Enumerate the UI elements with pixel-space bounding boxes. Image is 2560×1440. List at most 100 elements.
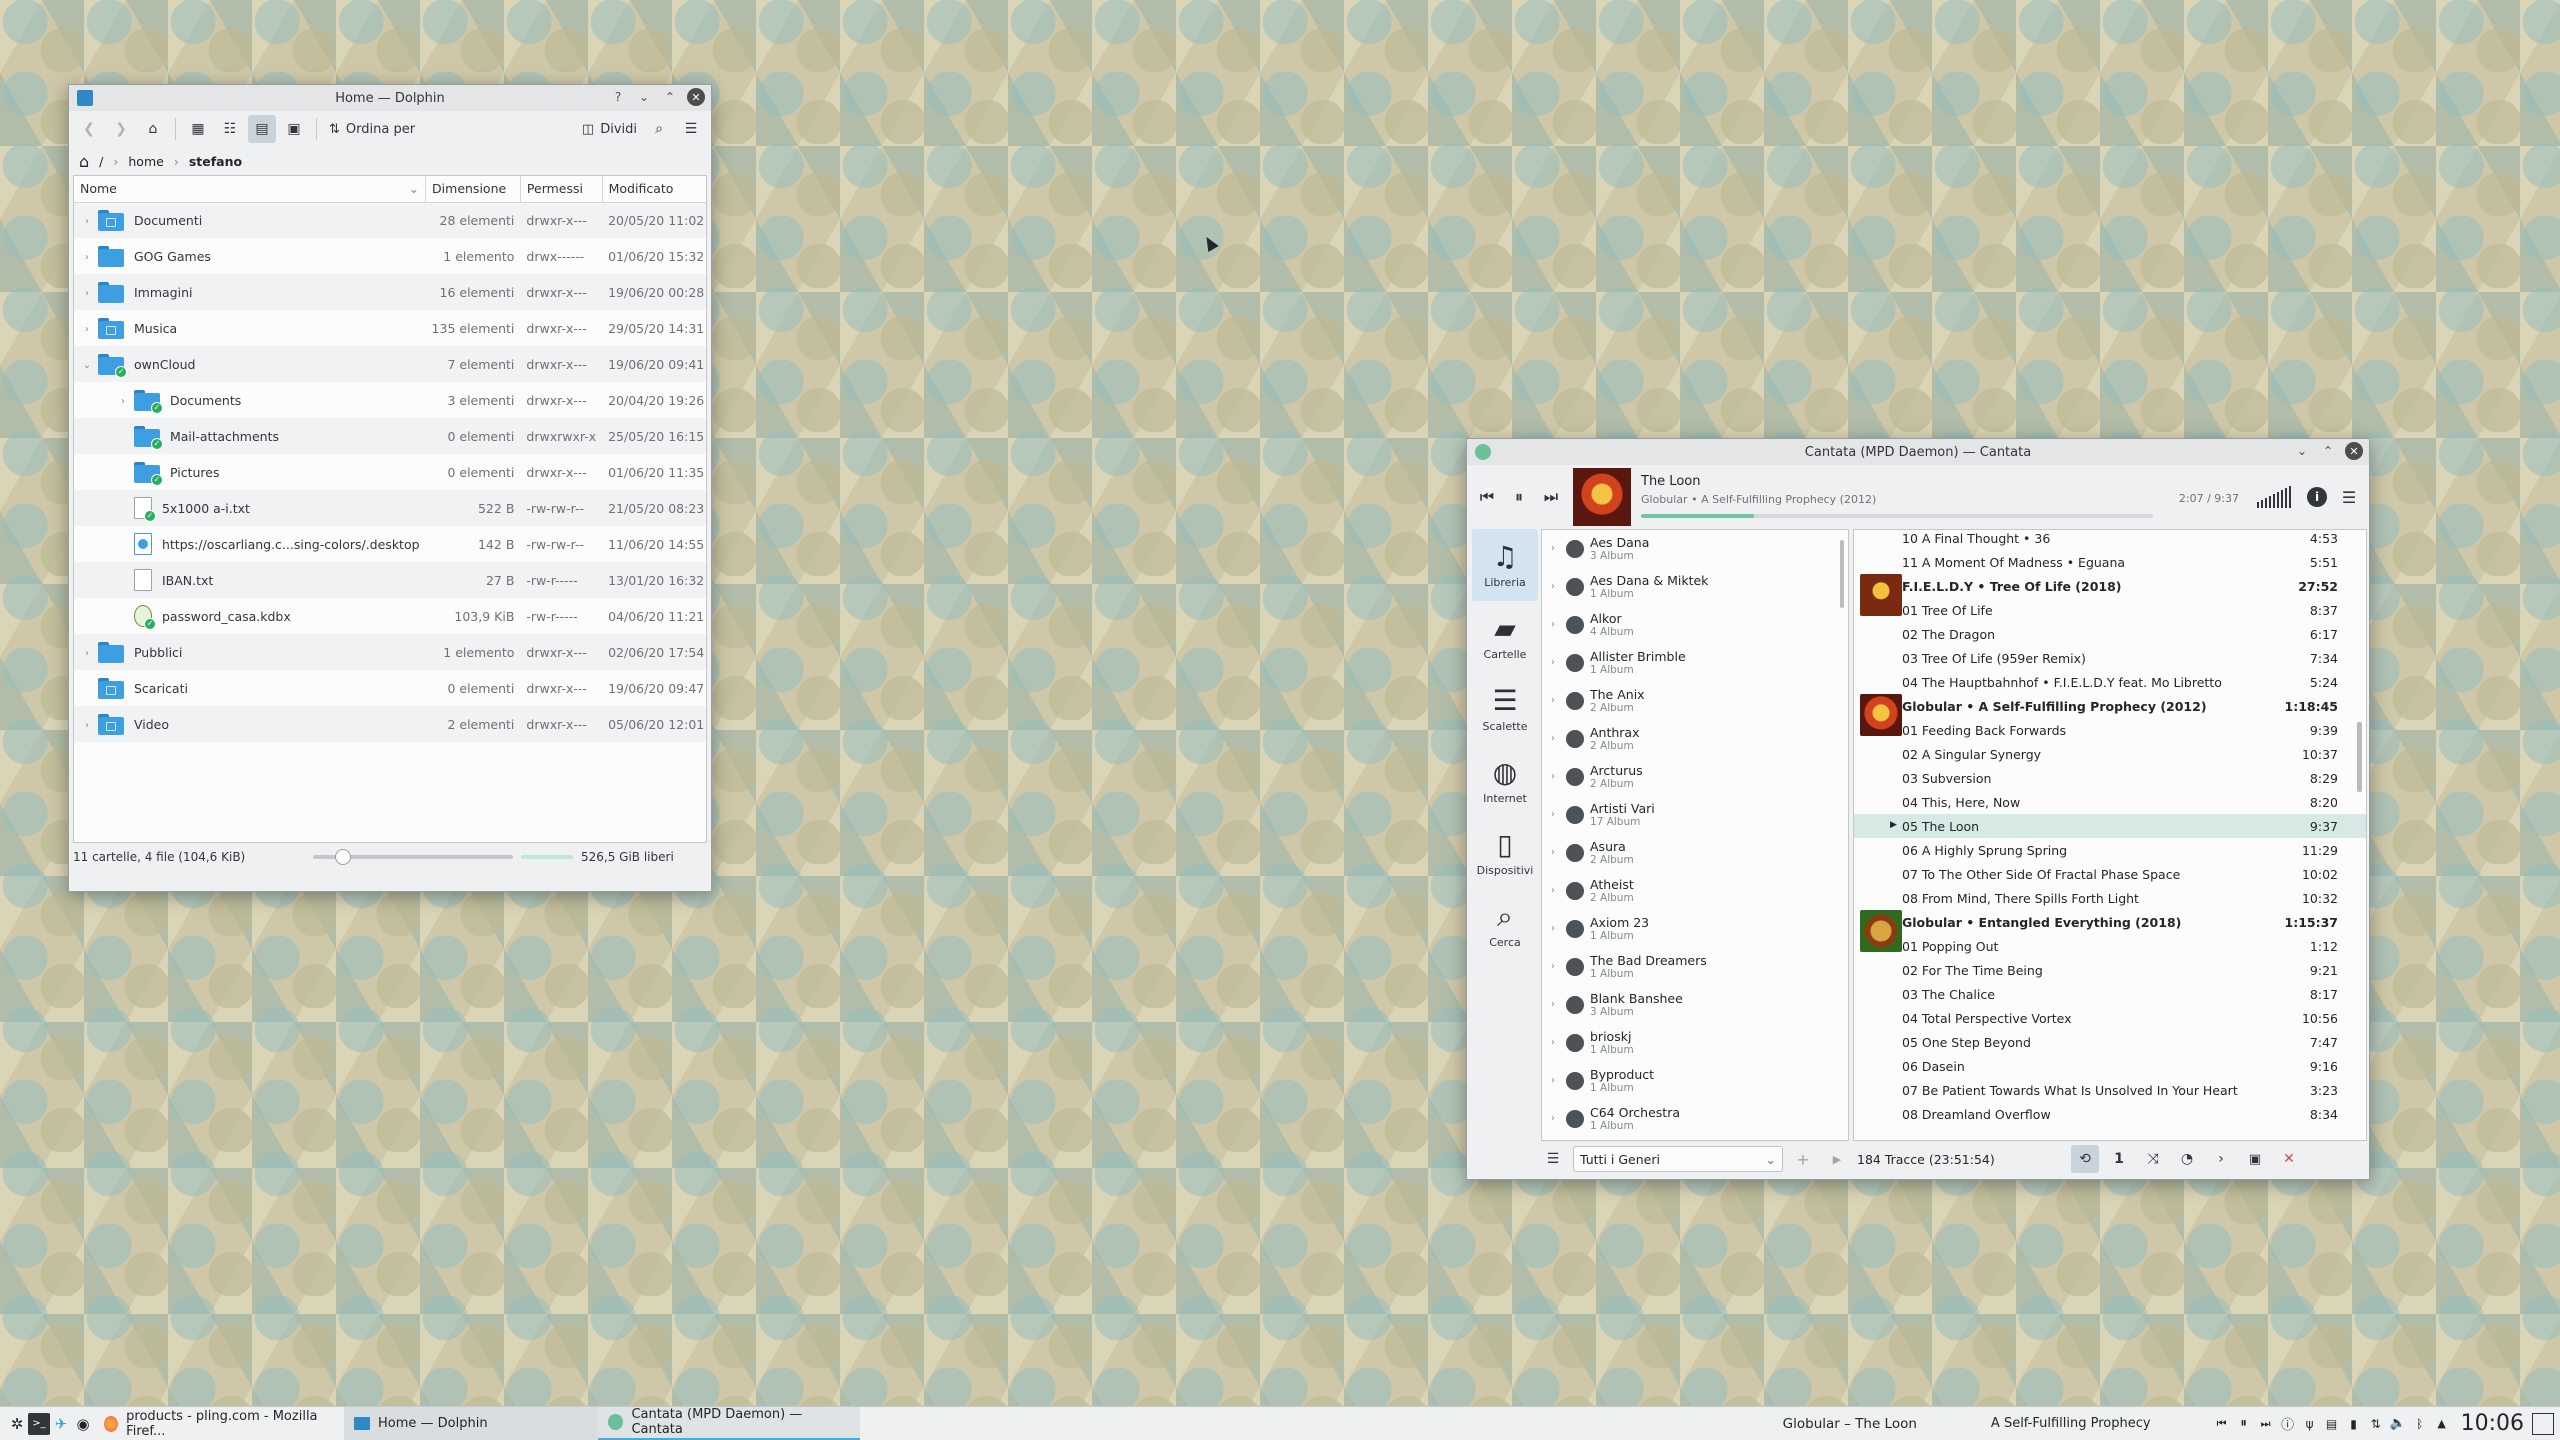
track-row[interactable]: 02 For The Time Being 9:21 xyxy=(1854,958,2366,982)
preview-icon[interactable]: ▣ xyxy=(280,115,308,143)
file-row[interactable]: ⌄ ✓ ownCloud 7 elementi drwxr-x--- 19/06/20 … xyxy=(74,346,706,382)
artist-item[interactable]: › Arcturus 2 Album xyxy=(1542,758,1848,796)
save-playlist-icon[interactable]: ▣ xyxy=(2241,1145,2269,1173)
vpn-icon[interactable]: ⓘ xyxy=(2277,1413,2299,1435)
file-row[interactable]: › Video 2 elementi drwxr-x--- 05/06/20 12:0… xyxy=(74,706,706,742)
file-row[interactable]: https://oscarliang.c...sing-colors/.desk… xyxy=(74,526,706,562)
task-dolphin[interactable]: Home — Dolphin xyxy=(344,1406,598,1440)
expand-arrow-icon[interactable]: › xyxy=(1546,695,1560,706)
expand-arrow-icon[interactable]: › xyxy=(1546,1113,1560,1124)
expand-arrow-icon[interactable]: › xyxy=(1546,581,1560,592)
artist-item[interactable]: › brioskj 1 Album xyxy=(1542,1024,1848,1062)
file-row[interactable]: ✓ Mail-attachments 0 elementi drwxrwxr-x 25/… xyxy=(74,418,706,454)
expand-arrow-icon[interactable]: › xyxy=(116,396,130,407)
forward-icon[interactable]: ❯ xyxy=(107,115,135,143)
show-desktop-icon[interactable] xyxy=(2532,1412,2554,1435)
expand-arrow-icon[interactable]: › xyxy=(80,216,94,227)
expand-arrow-icon[interactable]: › xyxy=(80,288,94,299)
expand-arrow-icon[interactable]: › xyxy=(80,252,94,263)
split-button[interactable]: ◫ Dividi xyxy=(578,115,641,143)
help-icon[interactable]: ? xyxy=(609,88,627,106)
artist-item[interactable]: › Artisti Vari 17 Album xyxy=(1542,796,1848,834)
track-row[interactable]: 06 Dasein 9:16 xyxy=(1854,1054,2366,1078)
breadcrumb-user[interactable]: stefano xyxy=(189,154,242,169)
artist-item[interactable]: › Anthrax 2 Album xyxy=(1542,720,1848,758)
usb-icon[interactable]: ψ xyxy=(2299,1413,2321,1435)
expand-arrow-icon[interactable]: › xyxy=(1546,923,1560,934)
media-title[interactable]: Globular – The Loon xyxy=(1783,1416,1917,1432)
library-scrollbar[interactable] xyxy=(1840,540,1844,608)
track-row[interactable]: 02 A Singular Synergy 10:37 xyxy=(1854,742,2366,766)
maximize-icon[interactable]: ⌃ xyxy=(661,88,679,106)
expand-arrow-icon[interactable]: › xyxy=(1546,885,1560,896)
zoom-slider-handle[interactable] xyxy=(335,849,351,865)
telegram-icon[interactable]: ✈ xyxy=(50,1413,72,1435)
play-queue-icon[interactable]: ▶ xyxy=(1823,1145,1851,1173)
album-header-row[interactable]: Globular • Entangled Everything (2018) 1:… xyxy=(1854,910,2366,952)
expand-arrow-icon[interactable]: › xyxy=(1546,543,1560,554)
track-row[interactable]: 01 Tree Of Life 8:37 xyxy=(1854,598,2366,622)
clear-queue-icon[interactable]: ✕ xyxy=(2275,1145,2303,1173)
clipboard-icon[interactable]: ▤ xyxy=(2321,1413,2343,1435)
genre-select[interactable]: Tutti i Generi ⌄ xyxy=(1573,1146,1783,1172)
breadcrumb-root[interactable]: / xyxy=(99,154,103,169)
file-row[interactable]: › GOG Games 1 elemento drwx------ 01/06/20 … xyxy=(74,238,706,274)
expand-arrow-icon[interactable]: › xyxy=(1546,1037,1560,1048)
track-row[interactable]: 03 Subversion 8:29 xyxy=(1854,766,2366,790)
next-track-icon[interactable]: ⏭ xyxy=(1537,483,1565,511)
home-icon[interactable]: ⌂ xyxy=(139,115,167,143)
artist-item[interactable]: › Aes Dana 3 Album xyxy=(1542,530,1848,568)
scroll-to-current-icon[interactable]: › xyxy=(2207,1145,2235,1173)
repeat-icon[interactable]: ⟲ xyxy=(2071,1145,2099,1173)
track-row[interactable]: 06 A Highly Sprung Spring 11:29 xyxy=(1854,838,2366,862)
file-row[interactable]: ✓ Pictures 0 elementi drwxr-x--- 01/06/20 11… xyxy=(74,454,706,490)
speaker-icon[interactable]: 🔈 xyxy=(2387,1413,2409,1435)
media-previous-icon[interactable]: ⏮ xyxy=(2211,1413,2233,1435)
track-row[interactable]: 02 The Dragon 6:17 xyxy=(1854,622,2366,646)
sidebar-item-cartelle[interactable]: ▰ Cartelle xyxy=(1472,601,1538,673)
track-row[interactable]: ▶ 05 The Loon 9:37 xyxy=(1854,814,2366,838)
expand-arrow-icon[interactable]: › xyxy=(1546,771,1560,782)
sidebar-item-internet[interactable]: ◍ Internet xyxy=(1472,745,1538,817)
expand-arrow-icon[interactable]: › xyxy=(1546,847,1560,858)
volume-icon[interactable] xyxy=(2257,486,2291,508)
artist-item[interactable]: › Aes Dana & Miktek 1 Album xyxy=(1542,568,1848,606)
column-size[interactable]: Dimensione xyxy=(425,176,521,203)
expand-arrow-icon[interactable]: › xyxy=(1546,733,1560,744)
expand-arrow-icon[interactable]: ⌄ xyxy=(80,360,94,371)
track-row[interactable]: 03 The Chalice 8:17 xyxy=(1854,982,2366,1006)
track-row[interactable]: 07 Be Patient Towards What Is Unsolved I… xyxy=(1854,1078,2366,1102)
clock[interactable]: 10:06 xyxy=(2461,1411,2524,1436)
artist-item[interactable]: › Asura 2 Album xyxy=(1542,834,1848,872)
pause-icon[interactable]: ⏸ xyxy=(1505,483,1533,511)
sidebar-item-scalette[interactable]: ☰ Scalette xyxy=(1472,673,1538,745)
file-row[interactable]: › Documenti 28 elementi drwxr-x--- 20/05/20… xyxy=(74,202,706,238)
artist-item[interactable]: › The Bad Dreamers 1 Album xyxy=(1542,948,1848,986)
tray-expand-icon[interactable]: ▲ xyxy=(2431,1413,2453,1435)
expand-arrow-icon[interactable]: › xyxy=(80,720,94,731)
track-row[interactable]: 04 Total Perspective Vortex 10:56 xyxy=(1854,1006,2366,1030)
media-next-icon[interactable]: ⏭ xyxy=(2255,1413,2277,1435)
breadcrumb-home[interactable]: home xyxy=(128,154,163,169)
file-row[interactable]: ✓ password_casa.kdbx 103,9 KiB -rw-r----- 04… xyxy=(74,598,706,634)
battery-icon[interactable]: ▮ xyxy=(2343,1413,2365,1435)
terminal-icon[interactable]: >_ xyxy=(28,1412,50,1435)
dolphin-titlebar[interactable]: Home — Dolphin ? ⌄ ⌃ ✕ xyxy=(69,85,711,111)
minimize-icon[interactable]: ⌄ xyxy=(2293,442,2311,460)
cantata-titlebar[interactable]: Cantata (MPD Daemon) — Cantata ⌄ ⌃ ✕ xyxy=(1467,439,2369,465)
sort-button[interactable]: ⇅ Ordina per xyxy=(325,115,419,143)
file-row[interactable]: › ✓ Documents 3 elementi drwxr-x--- 20/04/20… xyxy=(74,382,706,418)
artist-item[interactable]: › Axiom 23 1 Album xyxy=(1542,910,1848,948)
track-row[interactable]: 03 Tree Of Life (959er Remix) 7:34 xyxy=(1854,646,2366,670)
file-row[interactable]: › Immagini 16 elementi drwxr-x--- 19/06/20 … xyxy=(74,274,706,310)
media-pause-icon[interactable]: ⏸ xyxy=(2233,1413,2255,1435)
app-launcher-icon[interactable]: ✲ xyxy=(6,1413,28,1435)
sidebar-item-dispositivi[interactable]: ▯ Dispositivi xyxy=(1472,817,1538,889)
sidebar-item-libreria[interactable]: ♫ Libreria xyxy=(1472,529,1538,601)
expand-arrow-icon[interactable]: › xyxy=(1546,809,1560,820)
track-progress-bar[interactable] xyxy=(1641,514,2153,518)
column-name[interactable]: Nome ⌄ xyxy=(74,176,427,203)
expand-arrow-icon[interactable]: › xyxy=(80,324,94,335)
icons-view-icon[interactable]: ▦ xyxy=(184,115,212,143)
track-row[interactable]: 07 To The Other Side Of Fractal Phase Sp… xyxy=(1854,862,2366,886)
